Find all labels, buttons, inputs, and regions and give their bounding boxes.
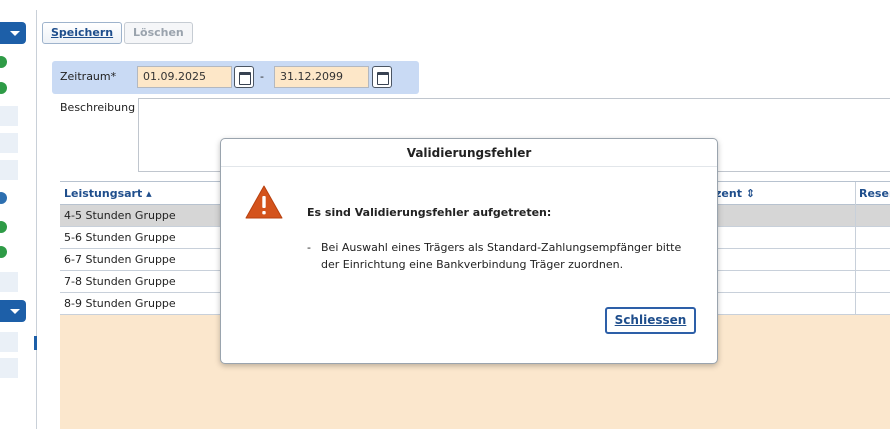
nav-row[interactable] (0, 358, 18, 378)
dialog-title: Validierungsfehler (221, 139, 717, 167)
close-button[interactable]: Schliessen (605, 307, 696, 334)
nav-row[interactable] (0, 133, 18, 153)
sort-icon: ⇕ (745, 187, 756, 200)
period-label: Zeitraum* (60, 70, 117, 83)
chevron-down-icon[interactable] (0, 22, 26, 44)
cell-leistungsart: 7-8 Stunden Gruppe (64, 275, 176, 288)
calendar-icon[interactable] (372, 66, 392, 88)
column-divider (855, 182, 856, 206)
date-from-input[interactable]: 01.09.2025 (137, 66, 232, 88)
delete-button[interactable]: Löschen (124, 22, 193, 44)
cell-leistungsart: 6-7 Stunden Gruppe (64, 253, 176, 266)
period-bar: Zeitraum* 01.09.2025 - 31.12.2099 (52, 61, 419, 94)
status-dot-icon (0, 56, 7, 68)
sort-asc-icon: ▴ (146, 187, 152, 200)
save-button[interactable]: Speichern (42, 22, 123, 44)
column-header-reserve[interactable]: Reser (859, 187, 890, 200)
column-label: zent (715, 187, 742, 200)
splitter-handle[interactable] (34, 336, 37, 350)
delete-button-label: Löschen (133, 26, 184, 39)
nav-row[interactable] (0, 332, 18, 352)
dialog-message: - Bei Auswahl eines Trägers als Standard… (307, 239, 697, 273)
status-dot-icon (0, 82, 7, 94)
nav-row[interactable] (0, 272, 18, 292)
date-to-input[interactable]: 31.12.2099 (274, 66, 369, 88)
status-dot-icon (0, 246, 7, 258)
nav-row[interactable] (0, 106, 18, 126)
divider (36, 10, 37, 429)
nav-row[interactable] (0, 160, 18, 180)
description-label: Beschreibung (60, 101, 136, 114)
column-header-leistungsart[interactable]: Leistungsart ▴ (64, 187, 152, 200)
status-dot-icon (0, 192, 7, 204)
close-button-label: Schliessen (614, 313, 687, 327)
column-label: Leistungsart (64, 187, 143, 200)
cell-leistungsart: 5-6 Stunden Gruppe (64, 231, 176, 244)
message-text: Bei Auswahl eines Trägers als Standard-Z… (321, 241, 682, 271)
message-bullet: - (307, 241, 311, 254)
save-button-label: Speichern (51, 26, 114, 39)
chevron-down-icon[interactable] (0, 300, 26, 322)
calendar-icon[interactable] (234, 66, 254, 88)
cell-leistungsart: 4-5 Stunden Gruppe (64, 209, 176, 222)
validation-dialog: Validierungsfehler Es sind Validierungsf… (220, 138, 718, 364)
left-nav (0, 0, 36, 429)
status-dot-icon (0, 221, 7, 233)
warning-icon (245, 185, 283, 219)
column-header-prozent[interactable]: zent ⇕ (715, 187, 755, 200)
dialog-heading: Es sind Validierungsfehler aufgetreten: (307, 206, 552, 219)
cell-leistungsart: 8-9 Stunden Gruppe (64, 297, 176, 310)
period-separator: - (260, 70, 264, 83)
